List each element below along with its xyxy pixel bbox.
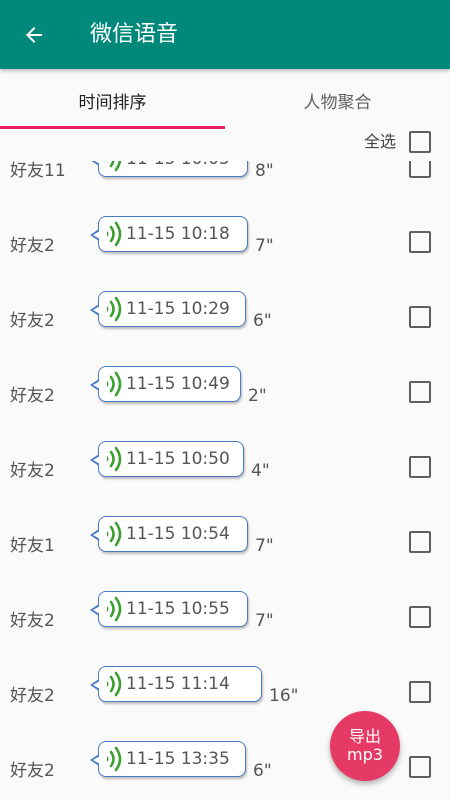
- row-checkbox[interactable]: [409, 606, 431, 628]
- message-duration: 8": [255, 161, 274, 181]
- message-time: 11-15 11:14: [126, 674, 230, 694]
- select-all-checkbox[interactable]: [409, 131, 431, 153]
- message-time: 11-15 13:35: [126, 749, 230, 769]
- row-checkbox[interactable]: [409, 681, 431, 703]
- voice-message-row[interactable]: 好友2 11-15 10:50 4": [0, 436, 450, 511]
- voice-wave-icon: [107, 371, 122, 397]
- sender-name: 好友2: [10, 236, 55, 256]
- voice-bubble[interactable]: 11-15 10:05: [90, 161, 248, 177]
- sender-name: 好友2: [10, 611, 55, 631]
- voice-bubble[interactable]: 11-15 10:49: [90, 366, 241, 402]
- message-duration: 7": [255, 236, 274, 256]
- voice-message-row[interactable]: 好友2 11-15 10:49 2": [0, 361, 450, 436]
- tab-indicator: [0, 126, 225, 129]
- export-mp3-button[interactable]: 导出 mp3: [330, 711, 400, 781]
- voice-message-row[interactable]: 好友1 11-15 10:54 7": [0, 511, 450, 586]
- voice-wave-icon: [107, 161, 122, 172]
- arrow-left-icon: [26, 27, 42, 43]
- message-duration: 4": [251, 461, 270, 481]
- voice-bubble[interactable]: 11-15 13:35: [90, 741, 246, 777]
- select-all-label: 全选: [364, 132, 397, 151]
- row-checkbox[interactable]: [409, 231, 431, 253]
- message-time: 11-15 10:49: [126, 374, 230, 394]
- message-time: 11-15 10:54: [126, 524, 230, 544]
- select-all-bar: 全选: [0, 131, 450, 161]
- voice-message-row[interactable]: 好友2 11-15 10:55 7": [0, 586, 450, 661]
- tab-bar: 时间排序 人物聚合: [0, 69, 450, 131]
- voice-wave-icon: [107, 296, 122, 322]
- message-time: 11-15 10:55: [126, 599, 230, 619]
- row-checkbox[interactable]: [409, 161, 431, 178]
- voice-bubble[interactable]: 11-15 10:29: [90, 291, 246, 327]
- voice-wave-icon: [107, 521, 122, 547]
- sender-name: 好友2: [10, 686, 55, 706]
- voice-bubble[interactable]: 11-15 10:55: [90, 591, 248, 627]
- sender-name: 好友2: [10, 461, 55, 481]
- row-checkbox[interactable]: [409, 456, 431, 478]
- sender-name: 好友11: [10, 161, 66, 181]
- message-time: 11-15 10:29: [126, 299, 230, 319]
- sender-name: 好友2: [10, 386, 55, 406]
- tab-person-group[interactable]: 人物聚合: [225, 69, 450, 131]
- message-duration: 6": [253, 761, 272, 781]
- voice-bubble[interactable]: 11-15 11:14: [90, 666, 262, 702]
- message-duration: 7": [255, 536, 274, 556]
- tab-time-sort[interactable]: 时间排序: [0, 69, 225, 131]
- back-button[interactable]: [16, 17, 52, 53]
- voice-message-row[interactable]: 好友11 11-15 10:05 8": [0, 161, 450, 211]
- voice-wave-icon: [107, 221, 122, 247]
- message-time: 11-15 10:50: [126, 449, 230, 469]
- page-title: 微信语音: [90, 22, 179, 47]
- row-checkbox[interactable]: [409, 306, 431, 328]
- message-duration: 16": [269, 686, 299, 706]
- message-time: 11-15 10:18: [126, 224, 230, 244]
- export-format-label: mp3: [347, 745, 383, 764]
- app-bar: 微信语音: [0, 0, 450, 69]
- row-checkbox[interactable]: [409, 756, 431, 778]
- sender-name: 好友2: [10, 761, 55, 781]
- voice-bubble[interactable]: 11-15 10:50: [90, 441, 244, 477]
- voice-wave-icon: [107, 746, 122, 772]
- message-duration: 6": [253, 311, 272, 331]
- voice-bubble[interactable]: 11-15 10:54: [90, 516, 248, 552]
- sender-name: 好友2: [10, 311, 55, 331]
- voice-wave-icon: [107, 671, 122, 697]
- message-time: 11-15 10:05: [126, 161, 230, 170]
- voice-message-row[interactable]: 好友2 11-15 10:29 6": [0, 286, 450, 361]
- export-label: 导出: [348, 727, 381, 746]
- voice-message-row[interactable]: 好友2 11-15 10:18 7": [0, 211, 450, 286]
- voice-wave-icon: [107, 596, 122, 622]
- message-duration: 7": [255, 611, 274, 631]
- sender-name: 好友1: [10, 536, 55, 556]
- row-checkbox[interactable]: [409, 531, 431, 553]
- voice-bubble[interactable]: 11-15 10:18: [90, 216, 248, 252]
- voice-list: 好友11 11-15 10:05 8" 好友2 11-15 10:18 7" 好友2 11-1…: [0, 161, 450, 800]
- voice-wave-icon: [107, 446, 122, 472]
- message-duration: 2": [248, 386, 267, 406]
- row-checkbox[interactable]: [409, 381, 431, 403]
